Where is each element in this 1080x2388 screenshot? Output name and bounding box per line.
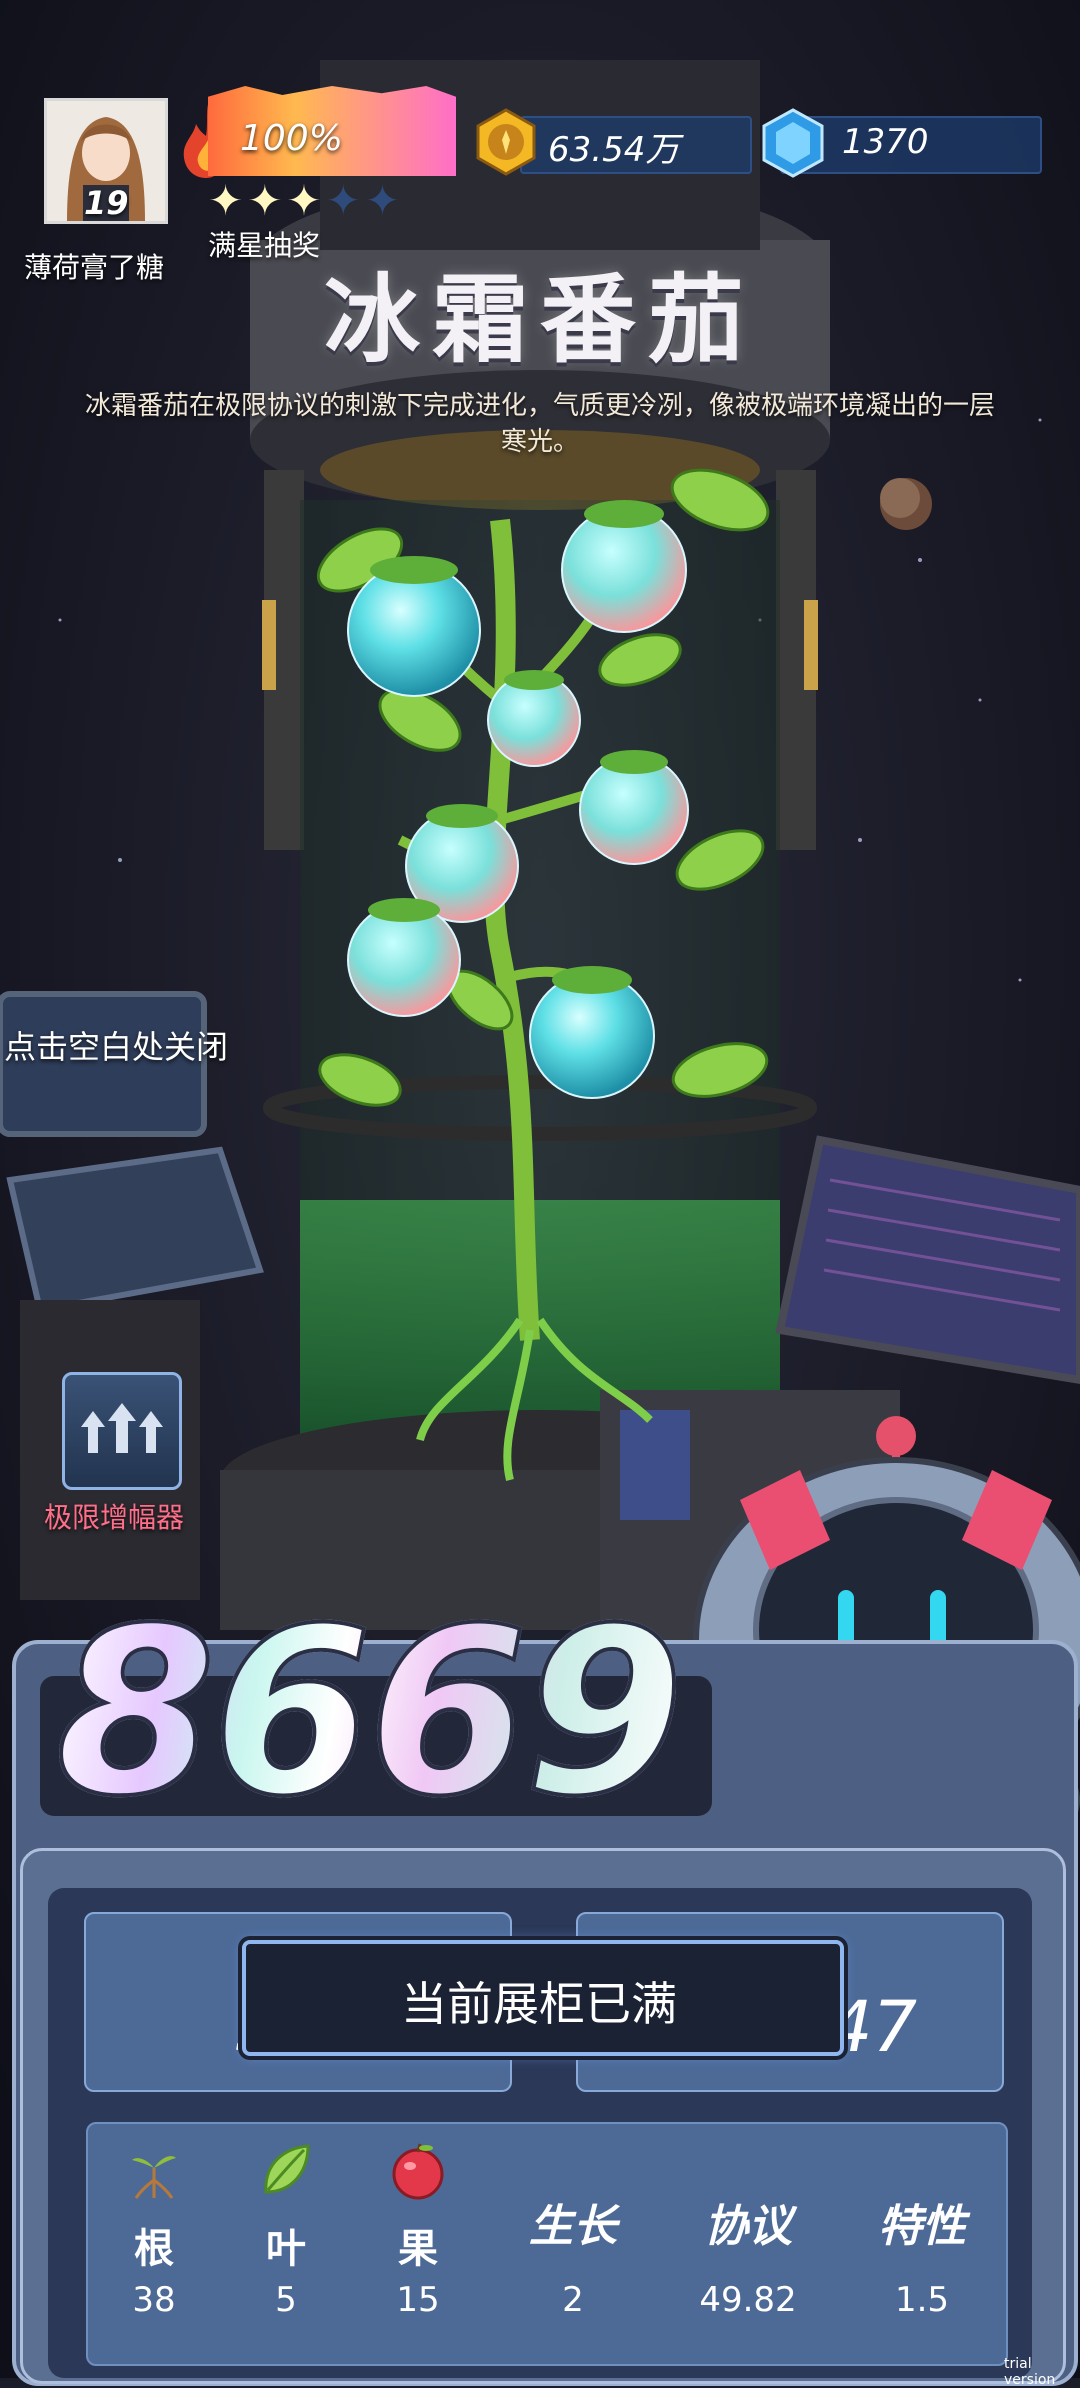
stat-trait-value: 1.5	[894, 2280, 950, 2320]
star-filled-icon: ✦	[247, 176, 287, 225]
close-hint[interactable]: 点击空白处关闭	[4, 1022, 228, 1068]
stat-growth: 生长 2	[488, 2124, 658, 2364]
plant-title: 冰霜番茄	[324, 264, 756, 376]
stat-leaf-value: 5	[275, 2280, 297, 2320]
stat-root-label: 根	[134, 2226, 174, 2272]
stat-protocol-value: 49.82	[699, 2280, 797, 2320]
attribute-stats: 根 38 叶 5 果 15 生长 2 协议 49.82 特性 1.5	[86, 2122, 1008, 2366]
stat-leaf: 叶 5	[220, 2124, 352, 2364]
root-sprout-icon	[132, 2156, 176, 2199]
stat-trait-label: 特性	[878, 2201, 966, 2252]
stat-protocol: 协议 49.82	[658, 2124, 838, 2364]
apple-icon	[392, 2143, 444, 2200]
gem-value: 1370	[842, 122, 929, 162]
star-empty-icon: ✦	[325, 176, 365, 225]
gold-coin-icon	[476, 108, 536, 176]
coin-value: 63.54万	[548, 130, 680, 170]
stat-trait: 特性 1.5	[838, 2124, 1006, 2364]
stat-protocol-label: 协议	[704, 2201, 792, 2252]
stat-growth-label: 生长	[529, 2201, 617, 2252]
stat-leaf-label: 叶	[266, 2226, 306, 2272]
stat-fruit: 果 15	[352, 2124, 484, 2364]
star-empty-icon: ✦	[364, 176, 405, 225]
total-score: 8669	[54, 1578, 686, 1849]
energy-percent: 100%	[240, 118, 343, 159]
plant-description: 冰霜番茄在极限协议的刺激下完成进化，气质更冷冽，像被极端环境凝出的一层寒光。	[84, 391, 995, 457]
stat-fruit-label: 果	[398, 2226, 438, 2272]
toast-message: 当前展柜已满	[401, 1977, 677, 2031]
extreme-amplifier-label: 极限增幅器	[44, 1501, 185, 1534]
star-rating: ✦✦✦✦✦	[208, 176, 404, 225]
extreme-amplifier-button[interactable]	[62, 1372, 182, 1490]
blue-gem-icon	[762, 108, 824, 178]
player-level: 19	[84, 184, 129, 222]
stat-root: 根 38	[88, 2124, 220, 2364]
leaf-icon	[264, 2144, 310, 2194]
trial-watermark: trial version	[1004, 2356, 1056, 2388]
stat-fruit-value: 15	[396, 2280, 440, 2320]
stat-growth-value: 2	[562, 2280, 584, 2320]
triple-up-arrows-icon	[81, 1403, 163, 1453]
stat-root-value: 38	[132, 2280, 176, 2320]
star-filled-icon: ✦	[286, 176, 326, 225]
coin-counter[interactable]: 63.54万	[520, 116, 752, 174]
star-filled-icon: ✦	[208, 176, 248, 225]
